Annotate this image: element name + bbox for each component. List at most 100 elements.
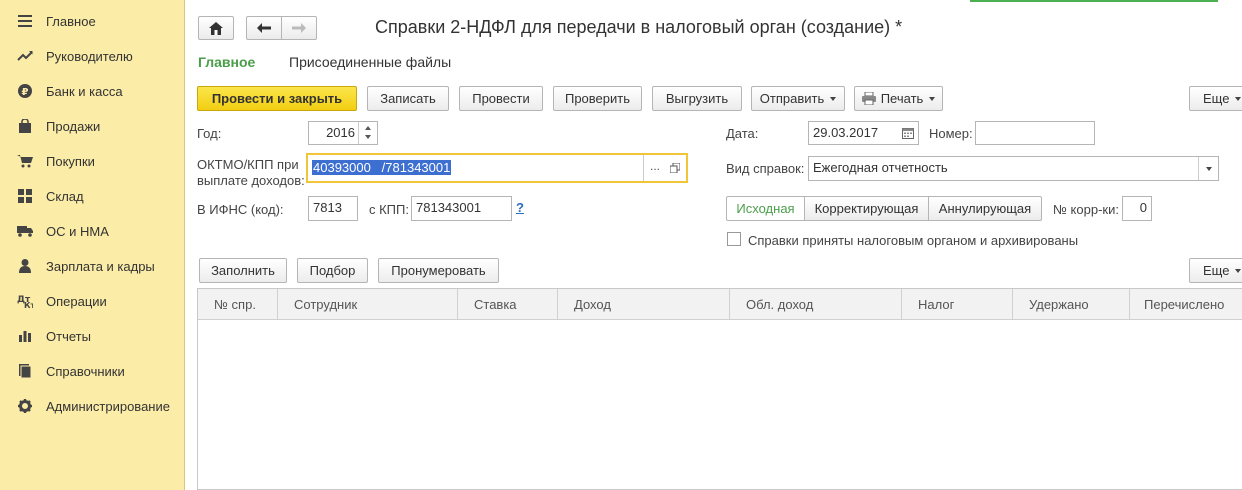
- col-tax[interactable]: Налог: [902, 289, 1013, 320]
- more-button[interactable]: Еще: [1189, 86, 1242, 111]
- bar-chart-icon: [16, 327, 34, 345]
- archived-checkbox[interactable]: [727, 232, 741, 246]
- home-button[interactable]: [198, 16, 234, 40]
- sidebar-item-catalogs[interactable]: Справочники: [0, 356, 184, 386]
- sidebar-item-director[interactable]: Руководителю: [0, 41, 184, 71]
- kind-cancelling-button[interactable]: Аннулирующая: [928, 196, 1042, 221]
- correction-number-field[interactable]: 0: [1122, 196, 1152, 221]
- sidebar-item-salary[interactable]: Зарплата и кадры: [0, 251, 184, 281]
- book-icon: [16, 362, 34, 380]
- sidebar-item-fixed-assets[interactable]: ОС и НМА: [0, 216, 184, 246]
- cart-icon: [16, 152, 34, 170]
- certificates-table[interactable]: № спр. Сотрудник Ставка Доход Обл. доход…: [197, 288, 1242, 490]
- type-select[interactable]: Ежегодная отчетность: [808, 156, 1219, 181]
- tab-main[interactable]: Главное: [198, 54, 255, 70]
- select-ellipsis-button[interactable]: ...: [650, 159, 660, 173]
- type-label: Вид справок:: [726, 161, 805, 176]
- help-link[interactable]: ?: [516, 200, 524, 215]
- col-rate[interactable]: Ставка: [458, 289, 558, 320]
- open-icon[interactable]: [670, 163, 680, 173]
- print-label: Печать: [880, 91, 924, 106]
- year-stepper[interactable]: [358, 122, 377, 144]
- chevron-down-icon[interactable]: [365, 135, 371, 139]
- ifns-code-field[interactable]: 7813: [308, 196, 358, 221]
- field-divider: [643, 155, 644, 181]
- export-button[interactable]: Выгрузить: [652, 86, 742, 111]
- sidebar-item-label: Зарплата и кадры: [46, 258, 155, 274]
- type-dropdown-button[interactable]: [1198, 157, 1218, 180]
- fill-button[interactable]: Заполнить: [199, 258, 287, 283]
- chevron-down-icon: [1235, 96, 1242, 101]
- sidebar-item-bank[interactable]: ₽ Банк и касса: [0, 76, 184, 106]
- col-withheld[interactable]: Удержано: [1013, 289, 1130, 320]
- sidebar-item-label: Отчеты: [46, 328, 91, 344]
- calendar-icon[interactable]: [902, 128, 914, 139]
- oktmo-kpp-field[interactable]: 40393000 /781343001 ...: [306, 153, 688, 183]
- sidebar-item-main[interactable]: Главное: [0, 6, 184, 36]
- chevron-down-icon: [929, 96, 936, 101]
- sidebar-item-label: Операции: [46, 293, 107, 309]
- oktmo-label-line2: выплате доходов:: [197, 173, 305, 188]
- col-cert-number[interactable]: № спр.: [198, 289, 278, 320]
- ifns-label: В ИФНС (код):: [197, 202, 284, 217]
- correction-number-label: № корр-ки:: [1053, 202, 1119, 217]
- gear-icon: [16, 397, 34, 415]
- date-value: 29.03.2017: [813, 125, 879, 140]
- sidebar-item-warehouse[interactable]: Склад: [0, 181, 184, 211]
- col-taxable-income[interactable]: Обл. доход: [730, 289, 902, 320]
- sidebar-item-purchases[interactable]: Покупки: [0, 146, 184, 176]
- number-label: Номер:: [929, 126, 973, 141]
- print-button[interactable]: Печать: [854, 86, 943, 111]
- sidebar: Главное Руководителю ₽ Банк и касса Прод…: [0, 0, 185, 490]
- kpp-field[interactable]: 781343001: [411, 196, 512, 221]
- renumber-button[interactable]: Пронумеровать: [378, 258, 499, 283]
- chevron-up-icon[interactable]: [365, 126, 371, 130]
- tab-attached-files[interactable]: Присоединенные файлы: [289, 54, 451, 70]
- date-field[interactable]: 29.03.2017: [808, 121, 919, 145]
- check-button[interactable]: Проверить: [553, 86, 642, 111]
- svg-text:Кт: Кт: [24, 301, 33, 308]
- oktmo-kpp-value: 40393000 /781343001: [312, 160, 452, 175]
- kind-corrective-button[interactable]: Корректирующая: [804, 196, 929, 221]
- svg-text:₽: ₽: [22, 87, 29, 98]
- sidebar-item-label: Руководителю: [46, 48, 133, 64]
- more-label: Еще: [1203, 91, 1230, 106]
- date-label: Дата:: [726, 126, 759, 141]
- post-and-close-button[interactable]: Провести и закрыть: [197, 86, 357, 111]
- col-income[interactable]: Доход: [558, 289, 730, 320]
- chevron-down-icon: [1235, 268, 1242, 273]
- arrow-right-icon: [292, 23, 306, 33]
- back-button[interactable]: [246, 16, 282, 40]
- active-window-indicator: [970, 0, 1218, 2]
- sidebar-item-label: Покупки: [46, 153, 95, 169]
- sidebar-item-label: Администрирование: [46, 398, 170, 414]
- chevron-down-icon: [1206, 167, 1212, 171]
- forward-button[interactable]: [281, 16, 317, 40]
- operations-icon: Дт Кт: [16, 292, 34, 310]
- sidebar-item-label: Главное: [46, 13, 96, 29]
- arrow-left-icon: [257, 23, 271, 33]
- send-label: Отправить: [759, 91, 825, 106]
- truck-icon: [16, 222, 34, 240]
- col-transferred[interactable]: Перечислено: [1130, 289, 1242, 320]
- oktmo-label-line1: ОКТМО/КПП при: [197, 157, 299, 172]
- save-button[interactable]: Записать: [367, 86, 449, 111]
- number-field[interactable]: [975, 121, 1095, 145]
- sidebar-item-label: Склад: [46, 188, 84, 204]
- col-employee[interactable]: Сотрудник: [278, 289, 458, 320]
- year-label: Год:: [197, 126, 222, 141]
- sidebar-item-label: Банк и касса: [46, 83, 123, 99]
- select-button[interactable]: Подбор: [297, 258, 368, 283]
- sidebar-item-sales[interactable]: Продажи: [0, 111, 184, 141]
- kind-initial-button[interactable]: Исходная: [726, 196, 805, 221]
- post-button[interactable]: Провести: [459, 86, 543, 111]
- chevron-down-icon: [830, 96, 837, 101]
- table-more-button[interactable]: Еще: [1189, 258, 1242, 283]
- sidebar-item-reports[interactable]: Отчеты: [0, 321, 184, 351]
- sidebar-item-operations[interactable]: Дт Кт Операции: [0, 286, 184, 316]
- sidebar-item-label: Продажи: [46, 118, 101, 134]
- home-icon: [209, 21, 223, 35]
- chart-trend-icon: [16, 47, 34, 65]
- sidebar-item-admin[interactable]: Администрирование: [0, 391, 184, 421]
- send-button[interactable]: Отправить: [751, 86, 845, 111]
